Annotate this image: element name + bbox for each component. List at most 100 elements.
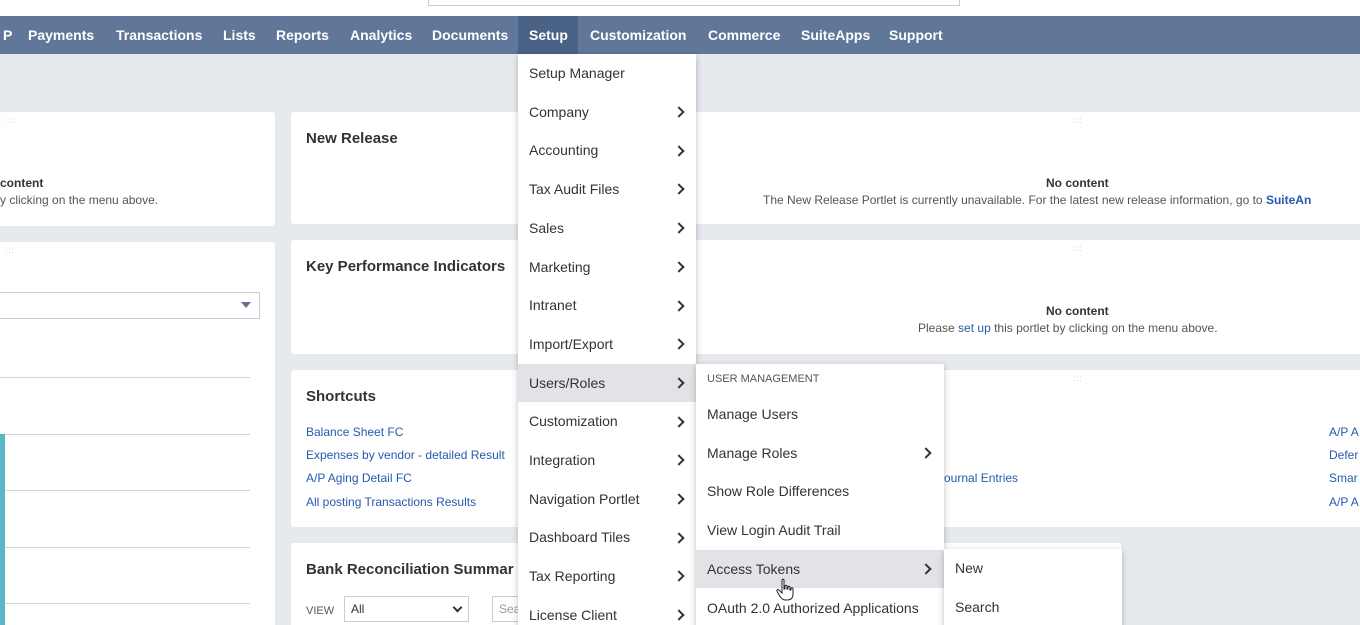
menu-item-manage-users[interactable]: Manage Users: [696, 395, 944, 434]
menu-item-show-role-differences[interactable]: Show Role Differences: [696, 472, 944, 511]
chevron-right-icon: [673, 570, 685, 583]
main-navbar: P Payments Transactions Lists Reports An…: [0, 16, 1360, 54]
global-search-input[interactable]: [428, 0, 960, 6]
divider: [0, 434, 250, 435]
drag-handle-icon[interactable]: :::: [1073, 244, 1083, 253]
suiteanswers-link[interactable]: SuiteAn: [1266, 193, 1311, 207]
menu-item-access-tokens[interactable]: Access Tokens: [696, 549, 944, 589]
menu-item-accounting[interactable]: Accounting: [518, 131, 696, 170]
menu-item-view-login-audit-trail[interactable]: View Login Audit Trail: [696, 511, 944, 550]
nav-item-payments[interactable]: Payments: [17, 16, 105, 54]
chevron-right-icon: [673, 183, 685, 196]
nav-item-support[interactable]: Support: [878, 16, 954, 54]
chevron-right-icon: [673, 261, 685, 273]
no-content-text: Please set up this portlet by clicking o…: [918, 321, 1218, 335]
chevron-right-icon: [673, 532, 685, 544]
shortcut-link[interactable]: All posting Transactions Results: [306, 495, 476, 509]
view-select-value: All: [351, 602, 365, 616]
shortcut-link[interactable]: A/P Aging Detail FC: [306, 471, 412, 485]
access-tokens-submenu: New Search: [944, 549, 1122, 625]
menu-item-navigation-portlet[interactable]: Navigation Portlet: [518, 480, 696, 519]
nav-item-reports[interactable]: Reports: [265, 16, 340, 54]
kpi-text-after: this portlet by clicking on the menu abo…: [994, 321, 1218, 335]
chevron-right-icon: [673, 454, 685, 467]
chevron-right-icon: [673, 609, 685, 621]
shortcut-link[interactable]: ournal Entries: [944, 471, 1018, 485]
kpi-title: Key Performance Indicators: [306, 258, 506, 275]
no-content-text: y clicking on the menu above.: [0, 193, 159, 207]
drag-handle-icon[interactable]: :::: [5, 246, 15, 255]
shortcut-link[interactable]: Smar: [1329, 471, 1358, 485]
menu-item-integration[interactable]: Integration: [518, 441, 696, 480]
menu-item-tax-reporting[interactable]: Tax Reporting: [518, 557, 696, 596]
chevron-right-icon: [673, 299, 685, 312]
drag-handle-icon[interactable]: :::: [1073, 374, 1083, 383]
menu-item-company[interactable]: Company: [518, 93, 696, 132]
nav-item-suiteapps[interactable]: SuiteApps: [790, 16, 881, 54]
menu-item-dashboard-tiles[interactable]: Dashboard Tiles: [518, 518, 696, 557]
chevron-right-icon: [673, 106, 685, 118]
new-release-title: New Release: [306, 130, 398, 147]
divider: [0, 603, 250, 604]
bank-reconciliation-title: Bank Reconciliation Summar: [306, 561, 514, 578]
menu-item-oauth-authorized-apps[interactable]: OAuth 2.0 Authorized Applications: [696, 589, 944, 625]
users-roles-submenu: USER MANAGEMENT Manage Users Manage Role…: [696, 364, 944, 625]
nav-item-documents[interactable]: Documents: [421, 16, 519, 54]
menu-item-tax-audit-files[interactable]: Tax Audit Files: [518, 170, 696, 209]
shortcut-link[interactable]: Balance Sheet FC: [306, 425, 403, 439]
shortcut-link[interactable]: Defer: [1329, 448, 1358, 462]
menu-item-import-export[interactable]: Import/Export: [518, 325, 696, 364]
left-portlet-top: ::: content y clicking on the menu above…: [0, 112, 275, 226]
divider: [0, 547, 250, 548]
menu-item-customization[interactable]: Customization: [518, 402, 696, 441]
chevron-right-icon: [673, 377, 685, 389]
menu-item-setup-manager[interactable]: Setup Manager: [518, 54, 696, 93]
chevron-right-icon: [673, 222, 685, 234]
left-portlet-select[interactable]: [0, 292, 260, 319]
menu-item-search[interactable]: Search: [944, 588, 1122, 625]
chevron-right-icon: [673, 338, 685, 350]
no-content-text: The New Release Portlet is currently una…: [763, 193, 1311, 207]
menu-item-marketing[interactable]: Marketing: [518, 248, 696, 287]
shortcuts-title: Shortcuts: [306, 388, 377, 405]
nav-item-customization[interactable]: Customization: [579, 16, 697, 54]
chevron-right-icon: [920, 563, 932, 575]
view-select[interactable]: All: [344, 596, 469, 622]
kpi-text-before: Please: [918, 321, 955, 335]
new-release-portlet: New Release ::: No content The New Relea…: [291, 112, 1360, 224]
menu-item-manage-roles[interactable]: Manage Roles: [696, 434, 944, 473]
nav-item-analytics[interactable]: Analytics: [339, 16, 423, 54]
shortcut-link[interactable]: A/P A: [1329, 495, 1359, 509]
shortcut-link[interactable]: A/P A: [1329, 425, 1359, 439]
no-content-title: content: [0, 176, 44, 190]
menu-item-sales[interactable]: Sales: [518, 209, 696, 248]
menu-item-users-roles[interactable]: Users/Roles: [518, 363, 696, 403]
chevron-down-icon: [452, 602, 463, 613]
hand-cursor-icon: [776, 578, 794, 601]
nav-item-transactions[interactable]: Transactions: [105, 16, 213, 54]
no-content-title: No content: [1046, 304, 1109, 318]
no-content-title: No content: [1046, 176, 1109, 190]
divider: [0, 490, 250, 491]
setup-menu: Setup Manager Company Accounting Tax Aud…: [518, 54, 696, 625]
shortcut-link[interactable]: Expenses by vendor - detailed Result: [306, 448, 505, 462]
divider: [0, 377, 250, 378]
menu-item-license-client[interactable]: License Client: [518, 596, 696, 625]
accent-bar: [0, 434, 5, 625]
chevron-right-icon: [920, 447, 932, 459]
user-management-header: USER MANAGEMENT: [707, 373, 820, 385]
chevron-right-icon: [673, 145, 685, 157]
chevron-right-icon: [673, 493, 685, 505]
caret-down-icon: [241, 302, 251, 308]
nav-item-lists[interactable]: Lists: [212, 16, 267, 54]
drag-handle-icon[interactable]: :::: [5, 116, 15, 125]
set-up-link[interactable]: set up: [958, 321, 991, 335]
menu-item-new[interactable]: New: [944, 549, 1122, 588]
kpi-portlet: Key Performance Indicators ::: No conten…: [291, 240, 1360, 354]
view-label: VIEW: [306, 605, 335, 617]
nav-item-setup[interactable]: Setup: [518, 16, 578, 54]
new-release-message: The New Release Portlet is currently una…: [763, 193, 1263, 207]
nav-item-commerce[interactable]: Commerce: [697, 16, 791, 54]
drag-handle-icon[interactable]: :::: [1073, 116, 1083, 125]
menu-item-intranet[interactable]: Intranet: [518, 286, 696, 325]
